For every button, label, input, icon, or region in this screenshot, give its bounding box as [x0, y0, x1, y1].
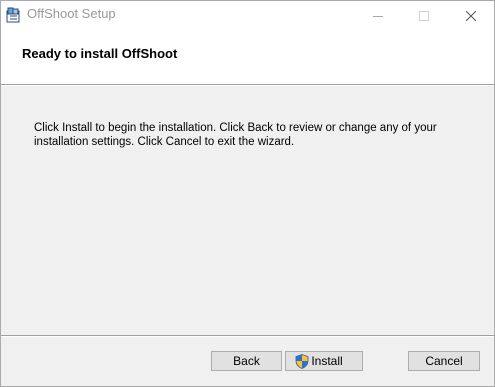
minimize-icon: [373, 15, 383, 17]
footer-divider: [1, 335, 494, 337]
back-button[interactable]: Back: [211, 351, 282, 371]
back-button-label: Back: [233, 354, 260, 368]
page-title: Ready to install OffShoot: [22, 46, 178, 61]
header-divider: [1, 84, 494, 86]
install-button-label: Install: [311, 354, 343, 368]
window-title: OffShoot Setup: [27, 6, 116, 21]
header-panel: Ready to install OffShoot: [1, 30, 494, 84]
installer-package-icon: [5, 6, 23, 24]
install-button[interactable]: Install: [285, 351, 363, 371]
maximize-icon: [419, 10, 429, 21]
setup-dialog-window: OffShoot Setup Ready to install OffShoot…: [0, 0, 495, 387]
minimize-button[interactable]: [355, 1, 401, 30]
instructions-text: Click Install to begin the installation.…: [34, 122, 437, 148]
cancel-button-label: Cancel: [425, 354, 463, 368]
maximize-button[interactable]: [401, 1, 447, 30]
close-icon: [466, 10, 476, 21]
uac-shield-icon: [295, 353, 309, 369]
title-bar[interactable]: OffShoot Setup: [1, 1, 494, 30]
close-button[interactable]: [448, 1, 494, 30]
cancel-button[interactable]: Cancel: [408, 351, 480, 371]
